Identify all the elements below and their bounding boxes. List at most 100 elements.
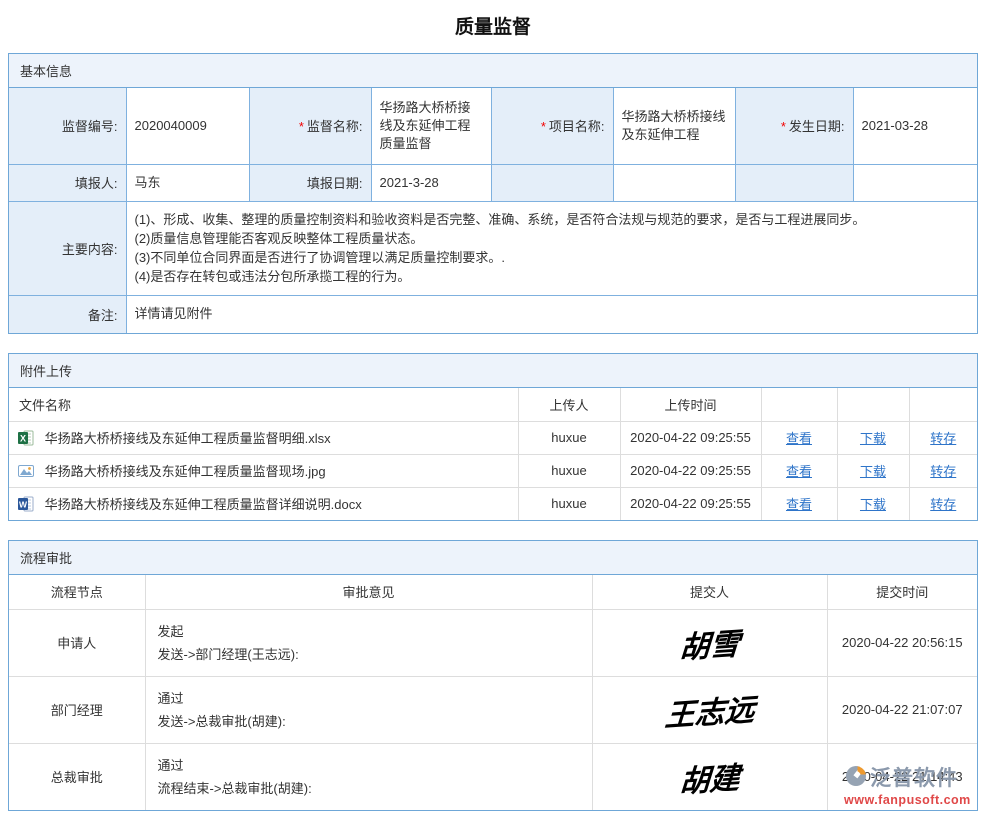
image-file-icon	[18, 463, 34, 479]
excel-file-icon: X	[18, 430, 34, 446]
download-link[interactable]: 下载	[860, 497, 886, 512]
remark-row: 备注: 详情请见附件	[9, 295, 977, 333]
remark-label-text: 备注:	[88, 308, 118, 323]
svg-text:W: W	[19, 500, 28, 510]
view-action-cell: 查看	[761, 487, 837, 520]
download-link[interactable]: 下载	[860, 464, 886, 479]
supervise-name-value: 华扬路大桥桥接线及东延伸工程质量监督	[371, 88, 491, 164]
vendor-brand-row: 泛普软件	[844, 762, 976, 792]
main-content-row: 主要内容: (1)、形成、收集、整理的质量控制资料和验收资料是否完整、准确、系统…	[9, 201, 977, 295]
attachment-row: X 华扬路大桥桥接线及东延伸工程质量监督明细.xlsx huxue 2020-0…	[9, 421, 977, 454]
opinion-cell: 通过 流程结束->总裁审批(胡建):	[145, 743, 592, 810]
submit-time-header: 提交时间	[827, 575, 977, 609]
remark-label: 备注:	[9, 295, 126, 333]
main-content-line: (1)、形成、收集、整理的质量控制资料和验收资料是否完整、准确、系统，是否符合法…	[135, 210, 970, 229]
file-name-text[interactable]: 华扬路大桥桥接线及东延伸工程质量监督详细说明.docx	[45, 497, 362, 512]
uploader-header: 上传人	[518, 388, 620, 421]
actions-header-cell	[761, 388, 837, 421]
supervise-no-label: 监督编号:	[9, 88, 126, 164]
supervise-no-label-text: 监督编号:	[62, 119, 118, 134]
opinion-route-text: 流程结束->总裁审批(胡建):	[158, 777, 580, 800]
actions-header-cell	[909, 388, 977, 421]
vendor-watermark: 泛普软件 www.fanpusoft.com	[844, 762, 976, 807]
basic-info-section-title: 基本信息	[9, 54, 977, 88]
view-link[interactable]: 查看	[786, 497, 812, 512]
submit-time-cell: 2020-04-22 20:56:15	[827, 609, 977, 676]
filler-label-text: 填报人:	[75, 176, 118, 191]
supervise-name-label: *监督名称:	[249, 88, 371, 164]
view-link[interactable]: 查看	[786, 431, 812, 446]
basic-info-table: 监督编号: 2020040009 *监督名称: 华扬路大桥桥接线及东延伸工程质量…	[9, 88, 977, 333]
opinion-action-text: 通过	[158, 687, 580, 710]
node-cell: 部门经理	[9, 676, 145, 743]
approval-row: 总裁审批 通过 流程结束->总裁审批(胡建): 胡建 2020-04-22 21…	[9, 743, 977, 810]
view-action-cell: 查看	[761, 454, 837, 487]
submit-time-cell: 2020-04-22 21:07:07	[827, 676, 977, 743]
approval-header-row: 流程节点 审批意见 提交人 提交时间	[9, 575, 977, 609]
file-name-text[interactable]: 华扬路大桥桥接线及东延伸工程质量监督现场.jpg	[45, 464, 326, 479]
download-action-cell: 下载	[837, 487, 909, 520]
opinion-route-text: 发送->总裁审批(胡建):	[158, 710, 580, 733]
signature-image: 胡建	[678, 752, 741, 801]
attachments-section-title: 附件上传	[9, 354, 977, 388]
view-link[interactable]: 查看	[786, 464, 812, 479]
uploader-cell: huxue	[518, 454, 620, 487]
main-content-line: (4)是否存在转包或违法分包所承揽工程的行为。	[135, 267, 970, 286]
main-content-line: (3)不同单位合同界面是否进行了协调管理以满足质量控制要求。.	[135, 248, 970, 267]
file-name-header: 文件名称	[9, 388, 518, 421]
approval-row: 部门经理 通过 发送->总裁审批(胡建): 王志远 2020-04-22 21:…	[9, 676, 977, 743]
signature-image: 胡雪	[678, 618, 741, 667]
opinion-route-text: 发送->部门经理(王志远):	[158, 643, 580, 666]
transfer-action-cell: 转存	[909, 487, 977, 520]
submitter-header: 提交人	[592, 575, 827, 609]
approval-table: 流程节点 审批意见 提交人 提交时间 申请人 发起 发送->部门经理(王志远):…	[9, 575, 977, 810]
uploader-cell: huxue	[518, 487, 620, 520]
transfer-link[interactable]: 转存	[930, 464, 956, 479]
supervise-name-label-text: 监督名称:	[307, 119, 363, 134]
approval-section: 流程审批 流程节点 审批意见 提交人 提交时间 申请人 发起 发送->部门经理(…	[8, 540, 978, 811]
uploader-cell: huxue	[518, 421, 620, 454]
opinion-header: 审批意见	[145, 575, 592, 609]
transfer-link[interactable]: 转存	[930, 431, 956, 446]
download-action-cell: 下载	[837, 421, 909, 454]
supervise-no-value: 2020040009	[126, 88, 249, 164]
upload-time-header: 上传时间	[620, 388, 761, 421]
transfer-action-cell: 转存	[909, 421, 977, 454]
page-container: 质量监督 基本信息 监督编号: 2020040009 *监督名称: 华扬路大桥桥…	[0, 0, 986, 838]
opinion-action-text: 发起	[158, 620, 580, 643]
filler-value: 马东	[126, 164, 249, 201]
vendor-url-text: www.fanpusoft.com	[844, 793, 976, 807]
attachments-table: 文件名称 上传人 上传时间 X 华扬路大桥桥接线及东延伸工程质量监督明细.xls…	[9, 388, 977, 520]
project-name-label-text: 项目名称:	[549, 119, 605, 134]
node-cell: 申请人	[9, 609, 145, 676]
upload-time-cell: 2020-04-22 09:25:55	[620, 454, 761, 487]
transfer-link[interactable]: 转存	[930, 497, 956, 512]
basic-info-row-1: 监督编号: 2020040009 *监督名称: 华扬路大桥桥接线及东延伸工程质量…	[9, 88, 977, 164]
empty-value-cell	[613, 164, 735, 201]
attachment-row: 华扬路大桥桥接线及东延伸工程质量监督现场.jpg huxue 2020-04-2…	[9, 454, 977, 487]
approval-section-title: 流程审批	[9, 541, 977, 575]
required-icon: *	[541, 119, 546, 134]
fill-date-label-text: 填报日期:	[307, 176, 363, 191]
upload-time-cell: 2020-04-22 09:25:55	[620, 421, 761, 454]
file-name-cell: W 华扬路大桥桥接线及东延伸工程质量监督详细说明.docx	[9, 487, 518, 520]
file-name-text[interactable]: 华扬路大桥桥接线及东延伸工程质量监督明细.xlsx	[45, 431, 331, 446]
occur-date-label: *发生日期:	[735, 88, 853, 164]
download-action-cell: 下载	[837, 454, 909, 487]
attachments-header-row: 文件名称 上传人 上传时间	[9, 388, 977, 421]
project-name-value: 华扬路大桥桥接线及东延伸工程	[613, 88, 735, 164]
attachment-row: W 华扬路大桥桥接线及东延伸工程质量监督详细说明.docx huxue 2020…	[9, 487, 977, 520]
main-content-label: 主要内容:	[9, 201, 126, 295]
transfer-action-cell: 转存	[909, 454, 977, 487]
download-link[interactable]: 下载	[860, 431, 886, 446]
empty-label-cell	[735, 164, 853, 201]
project-name-label: *项目名称:	[491, 88, 613, 164]
required-icon: *	[299, 119, 304, 134]
upload-time-cell: 2020-04-22 09:25:55	[620, 487, 761, 520]
signature-cell: 胡建	[592, 743, 827, 810]
file-name-cell: X 华扬路大桥桥接线及东延伸工程质量监督明细.xlsx	[9, 421, 518, 454]
svg-text:X: X	[20, 434, 26, 444]
signature-image: 王志远	[663, 684, 756, 735]
occur-date-label-text: 发生日期:	[789, 119, 845, 134]
node-cell: 总裁审批	[9, 743, 145, 810]
